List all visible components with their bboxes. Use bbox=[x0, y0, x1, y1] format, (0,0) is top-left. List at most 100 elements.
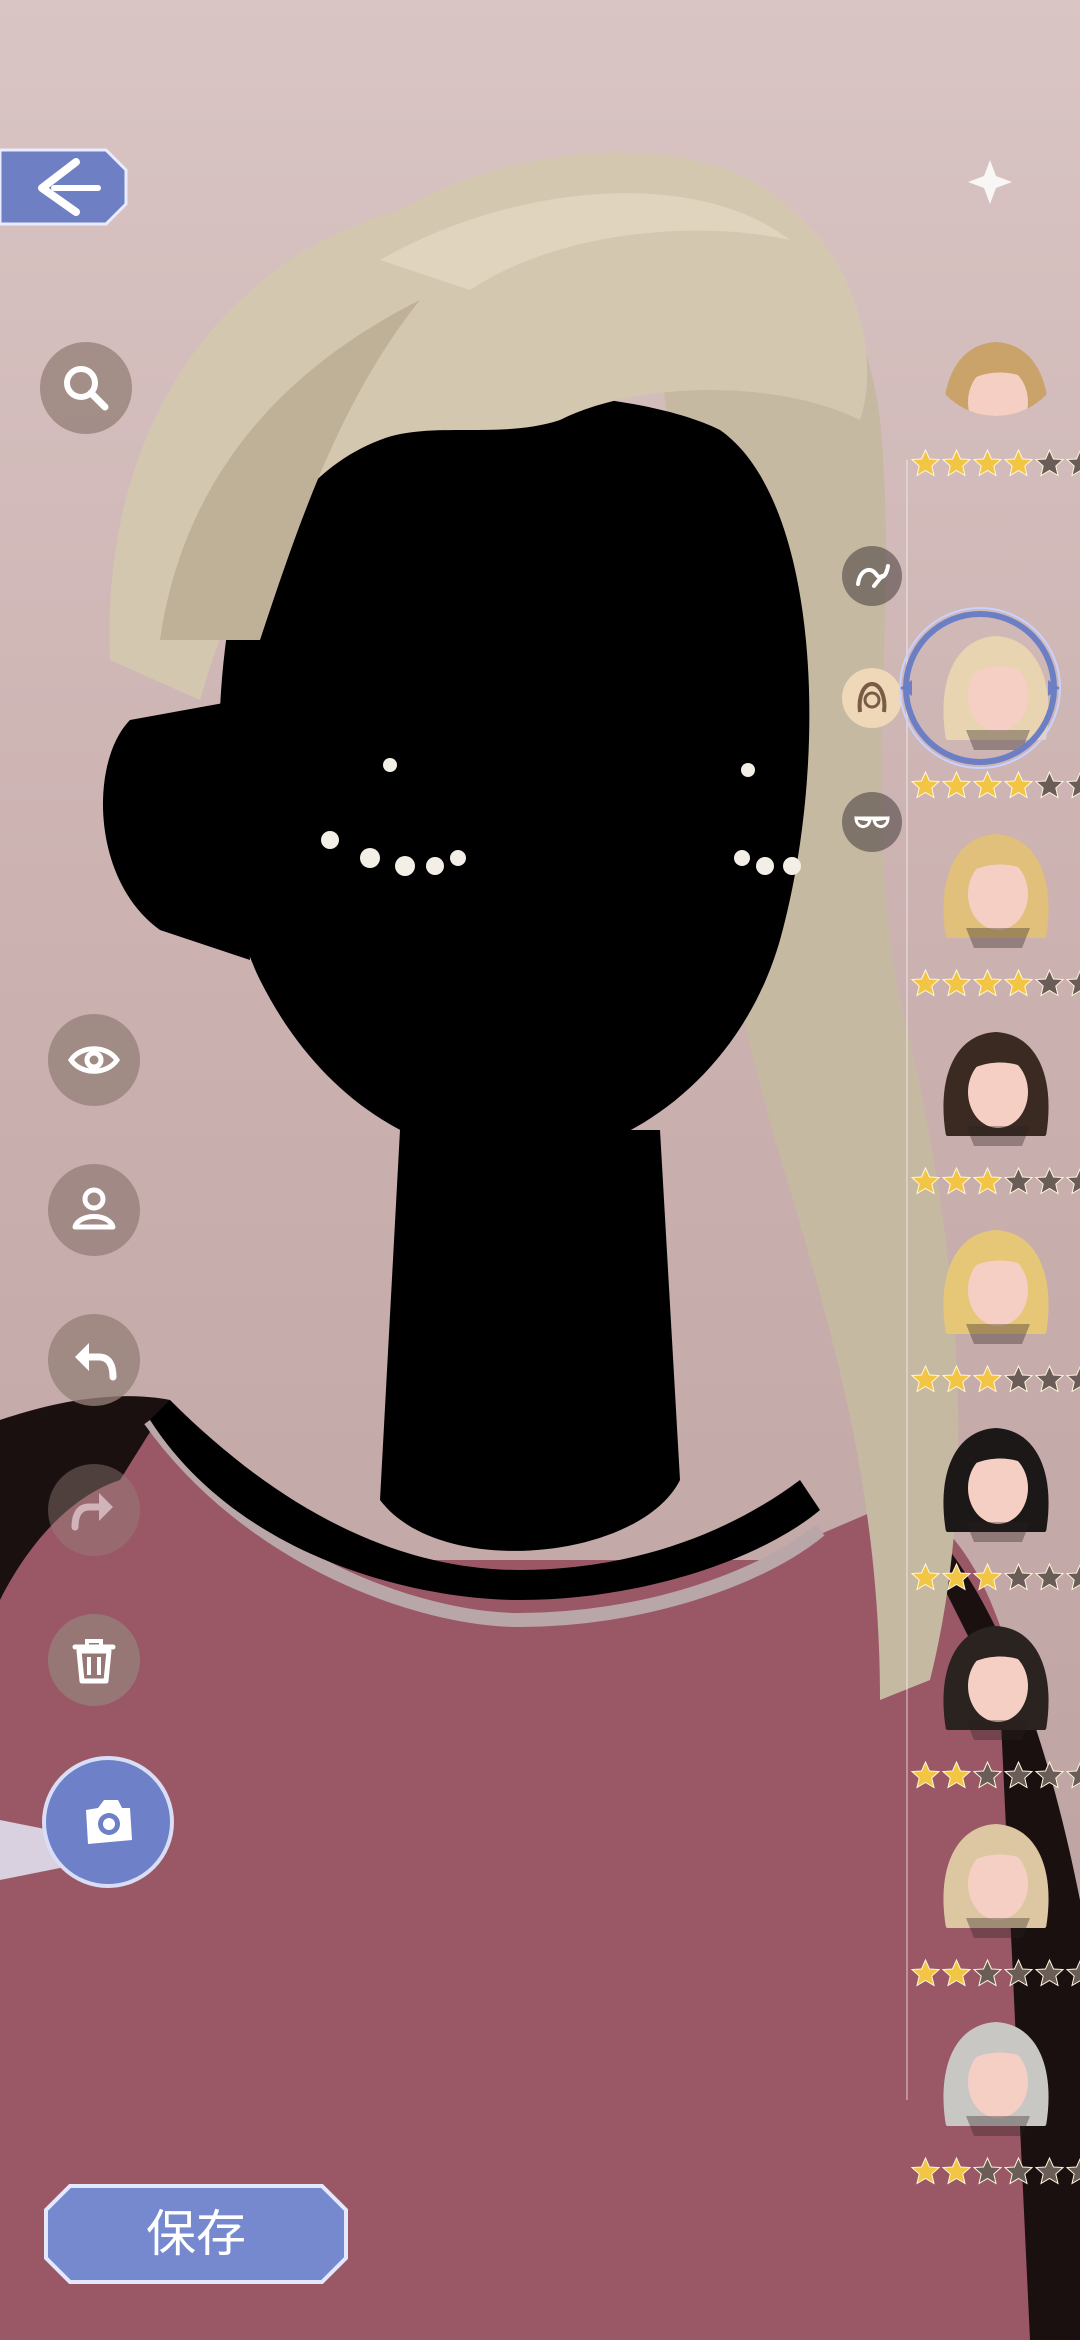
face-silhouette bbox=[219, 392, 810, 1160]
rarity-stars bbox=[910, 968, 1080, 998]
save-button-label: 保存 bbox=[146, 2205, 246, 2263]
hair-thumbnail bbox=[926, 1610, 1066, 1750]
star-filled-icon bbox=[1003, 448, 1034, 477]
hair-item[interactable] bbox=[910, 1808, 1080, 2004]
star-filled-icon bbox=[941, 1760, 972, 1789]
undo-button[interactable] bbox=[48, 1314, 140, 1406]
hair-item[interactable] bbox=[910, 1412, 1080, 1608]
hair-thumbnail bbox=[926, 1016, 1066, 1156]
tab-hair[interactable] bbox=[842, 668, 902, 728]
camera-button[interactable] bbox=[42, 1756, 174, 1888]
hair-tie-icon bbox=[856, 564, 890, 588]
selected-indicator bbox=[899, 607, 1061, 769]
star-empty-icon bbox=[1034, 448, 1065, 477]
back-arrow-icon bbox=[0, 148, 128, 226]
hair-item[interactable] bbox=[910, 2006, 1080, 2202]
star-empty-icon bbox=[1065, 449, 1080, 477]
rarity-stars bbox=[910, 1958, 1080, 1988]
star-filled-icon bbox=[972, 1364, 1003, 1393]
star-empty-icon bbox=[1003, 1760, 1034, 1789]
rarity-stars bbox=[910, 448, 1080, 478]
star-filled-icon bbox=[910, 1958, 941, 1987]
star-empty-icon bbox=[972, 1760, 1003, 1789]
star-filled-icon bbox=[941, 1562, 972, 1591]
star-filled-icon bbox=[910, 2156, 941, 2185]
star-empty-icon bbox=[972, 2156, 1003, 2185]
hanger-button[interactable] bbox=[48, 1164, 140, 1256]
hair-thumbnail bbox=[926, 1214, 1066, 1354]
star-empty-icon bbox=[1034, 1166, 1065, 1195]
star-filled-icon bbox=[941, 1364, 972, 1393]
star-empty-icon bbox=[1003, 1166, 1034, 1195]
back-button[interactable] bbox=[0, 142, 130, 232]
star-filled-icon bbox=[910, 1166, 941, 1195]
search-icon bbox=[64, 366, 109, 411]
hair-item[interactable] bbox=[910, 1610, 1080, 1806]
hair-item[interactable] bbox=[910, 342, 1080, 566]
save-button[interactable]: 保存 bbox=[42, 2182, 350, 2286]
star-filled-icon bbox=[972, 770, 1003, 799]
hair-thumbnail bbox=[926, 1808, 1066, 1948]
hair-item[interactable] bbox=[910, 818, 1080, 1014]
tab-eyewear[interactable] bbox=[842, 792, 902, 852]
star-empty-icon bbox=[1034, 1958, 1065, 1987]
star-filled-icon bbox=[972, 448, 1003, 477]
star-filled-icon bbox=[941, 448, 972, 477]
star-filled-icon bbox=[941, 968, 972, 997]
star-filled-icon bbox=[1003, 770, 1034, 799]
star-empty-icon bbox=[1003, 1562, 1034, 1591]
game-screen: 保存 bbox=[0, 0, 1080, 2340]
redo-icon bbox=[71, 1493, 113, 1531]
undo-icon bbox=[75, 1343, 117, 1381]
rarity-stars bbox=[910, 1166, 1080, 1196]
hanger-icon bbox=[72, 1187, 116, 1230]
neck bbox=[380, 1130, 680, 1551]
star-filled-icon bbox=[910, 770, 941, 799]
star-empty-icon bbox=[1034, 770, 1065, 799]
star-empty-icon bbox=[1034, 1364, 1065, 1393]
star-filled-icon bbox=[972, 968, 1003, 997]
star-empty-icon bbox=[1034, 2156, 1065, 2185]
hair-icon bbox=[857, 681, 887, 713]
star-empty-icon bbox=[1034, 1760, 1065, 1789]
redo-button[interactable] bbox=[48, 1464, 140, 1556]
trash-icon bbox=[72, 1639, 116, 1684]
star-filled-icon bbox=[1003, 968, 1034, 997]
star-empty-icon bbox=[1003, 1364, 1034, 1393]
star-empty-icon bbox=[1065, 969, 1080, 997]
star-filled-icon bbox=[910, 1562, 941, 1591]
rarity-stars bbox=[910, 770, 1080, 800]
star-empty-icon bbox=[1065, 771, 1080, 799]
tab-hair-accessory[interactable] bbox=[842, 546, 902, 606]
rarity-stars bbox=[910, 1562, 1080, 1592]
star-filled-icon bbox=[910, 968, 941, 997]
search-button[interactable] bbox=[40, 342, 132, 434]
star-empty-icon bbox=[1065, 2157, 1080, 2185]
star-empty-icon bbox=[1065, 1167, 1080, 1195]
glasses-icon bbox=[854, 816, 890, 828]
star-filled-icon bbox=[941, 770, 972, 799]
star-empty-icon bbox=[1003, 2156, 1034, 2185]
hair-item[interactable] bbox=[899, 607, 1080, 816]
hair-thumbnail bbox=[926, 326, 1066, 416]
star-filled-icon bbox=[941, 2156, 972, 2185]
star-empty-icon bbox=[1065, 1761, 1080, 1789]
rarity-stars bbox=[910, 1364, 1080, 1394]
star-filled-icon bbox=[972, 1166, 1003, 1195]
delete-button[interactable] bbox=[48, 1614, 140, 1706]
rarity-stars bbox=[910, 1760, 1080, 1790]
star-empty-icon bbox=[1065, 1959, 1080, 1987]
hair-thumbnail bbox=[926, 818, 1066, 958]
star-empty-icon bbox=[1003, 1958, 1034, 1987]
hair-item[interactable] bbox=[910, 1214, 1080, 1410]
hair-item[interactable] bbox=[910, 1016, 1080, 1212]
star-empty-icon bbox=[1065, 1563, 1080, 1591]
star-filled-icon bbox=[941, 1166, 972, 1195]
rarity-stars bbox=[910, 2156, 1080, 2186]
hair-thumbnail bbox=[926, 1412, 1066, 1552]
star-filled-icon bbox=[941, 1958, 972, 1987]
star-filled-icon bbox=[910, 448, 941, 477]
sparkle bbox=[968, 160, 1012, 204]
visibility-button[interactable] bbox=[48, 1014, 140, 1106]
star-empty-icon bbox=[1034, 968, 1065, 997]
